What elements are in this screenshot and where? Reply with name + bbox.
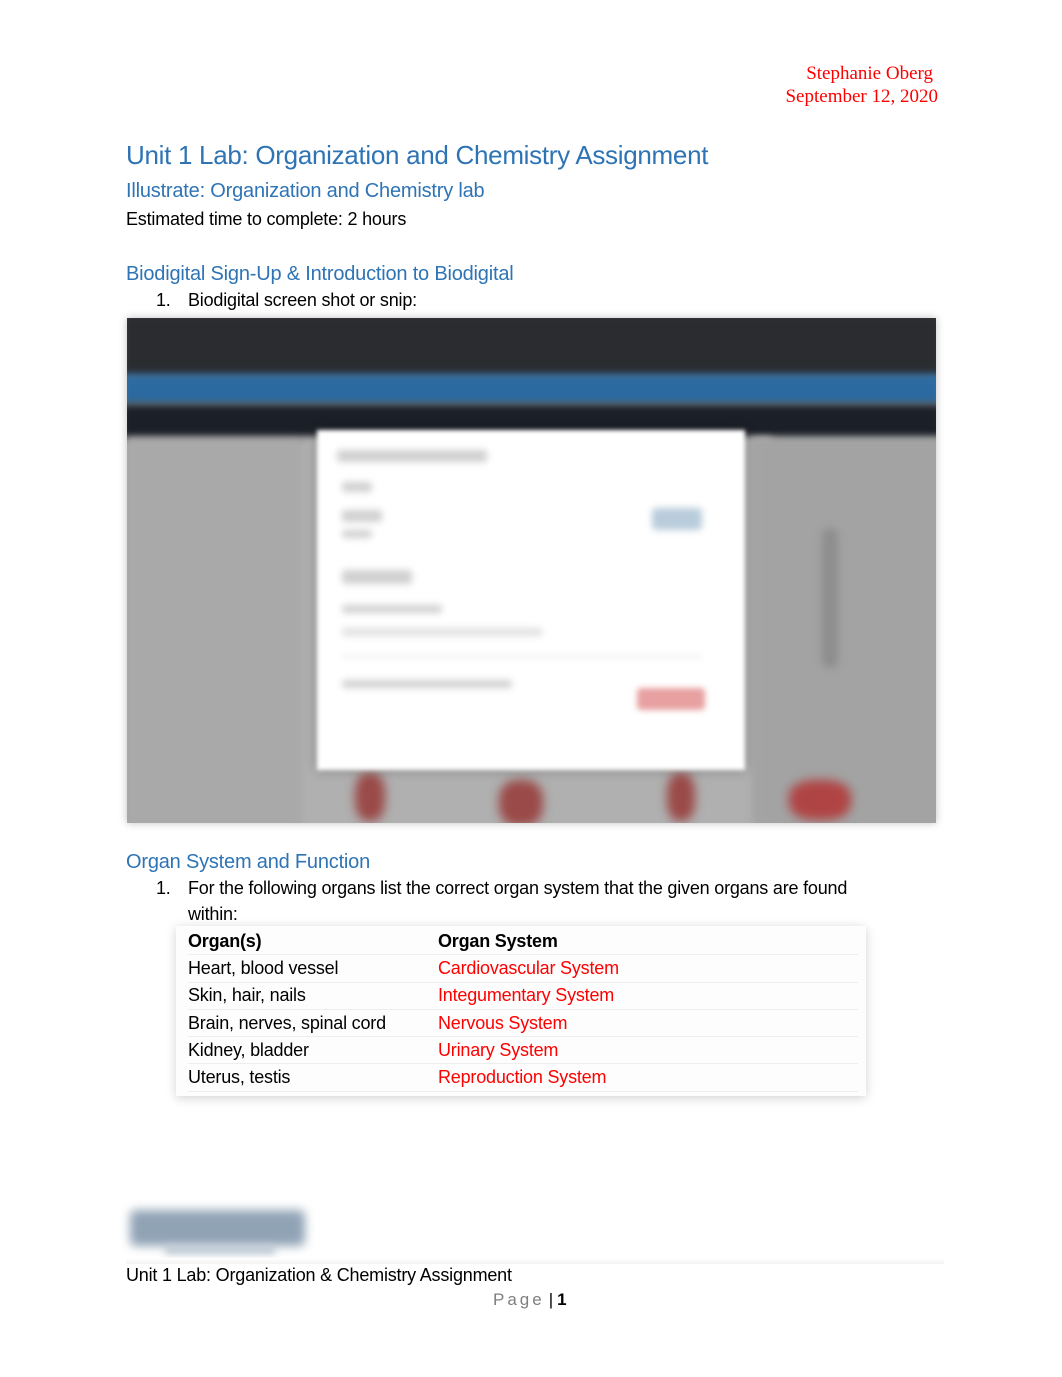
organs-cell: Brain, nerves, spinal cord <box>188 1012 386 1033</box>
page-label: Page <box>493 1290 545 1309</box>
system-answer-cell: Nervous System <box>438 1012 568 1033</box>
organ-system-table: Organ(s) Organ System Heart, blood vesse… <box>176 926 866 1096</box>
organs-cell: Kidney, bladder <box>188 1039 309 1060</box>
screenshot-banner <box>127 374 936 404</box>
table-header-row: Organ(s) Organ System <box>188 928 858 955</box>
footer-title: Unit 1 Lab: Organization & Chemistry Ass… <box>126 1265 512 1285</box>
institution-logo <box>130 1210 305 1246</box>
list-text: Biodigital screen shot or snip: <box>188 290 417 310</box>
system-answer-cell: Urinary System <box>438 1039 559 1060</box>
list-item: 1. Biodigital screen shot or snip: <box>156 290 417 311</box>
estimated-time: Estimated time to complete: 2 hours <box>126 209 407 229</box>
institution-logo-tagline <box>165 1246 275 1254</box>
author-block: Stephanie Oberg September 12, 2020 <box>785 62 938 108</box>
footer-divider <box>126 1258 944 1264</box>
column-header-organs: Organ(s) <box>188 930 262 951</box>
biodigital-screenshot <box>127 318 936 823</box>
system-answer-cell: Reproduction System <box>438 1067 607 1088</box>
screenshot-modal-dialog <box>317 430 745 770</box>
table-row: Kidney, bladder Urinary System <box>188 1037 858 1064</box>
section-heading-organ-system: Organ System and Function <box>126 851 371 873</box>
author-name: Stephanie Oberg <box>806 63 933 84</box>
list-item: 1. For the following organs list the corr… <box>156 878 847 899</box>
screenshot-right-panel <box>752 438 936 823</box>
page-number-value: 1 <box>557 1290 567 1309</box>
list-text-continued: within: <box>188 904 238 924</box>
screenshot-left-panel <box>127 438 302 823</box>
system-answer-cell: Cardiovascular System <box>438 957 619 978</box>
page-separator: | <box>548 1290 554 1309</box>
screenshot-organ-thumb <box>355 773 385 821</box>
screenshot-top-bar <box>127 318 936 378</box>
document-title: Unit 1 Lab: Organization and Chemistry A… <box>126 140 709 170</box>
table-row: Brain, nerves, spinal cord Nervous Syste… <box>188 1009 858 1037</box>
screenshot-blue-button <box>652 508 702 530</box>
screenshot-organ-thumb <box>667 773 695 821</box>
system-answer-cell: Integumentary System <box>438 985 615 1006</box>
screenshot-red-button <box>637 688 705 710</box>
table-row: Uterus, testis Reproduction System <box>188 1064 858 1092</box>
document-subtitle: Illustrate: Organization and Chemistry l… <box>126 180 485 202</box>
organs-cell: Skin, hair, nails <box>188 985 306 1006</box>
page-number: Page | 1 <box>493 1290 567 1310</box>
table-row: Heart, blood vessel Cardiovascular Syste… <box>188 955 858 983</box>
submission-date: September 12, 2020 <box>785 86 938 107</box>
list-number: 1. <box>156 290 171 310</box>
list-number: 1. <box>156 878 171 898</box>
table-row: Skin, hair, nails Integumentary System <box>188 982 858 1010</box>
section-heading-biodigital: Biodigital Sign-Up & Introduction to Bio… <box>126 263 514 285</box>
list-text: For the following organs list the correc… <box>188 878 848 898</box>
screenshot-organ-thumb <box>789 780 851 820</box>
column-header-system: Organ System <box>438 930 558 951</box>
organs-cell: Uterus, testis <box>188 1067 291 1088</box>
screenshot-figure <box>822 528 838 668</box>
screenshot-organ-thumb <box>499 780 543 823</box>
organs-cell: Heart, blood vessel <box>188 957 339 978</box>
